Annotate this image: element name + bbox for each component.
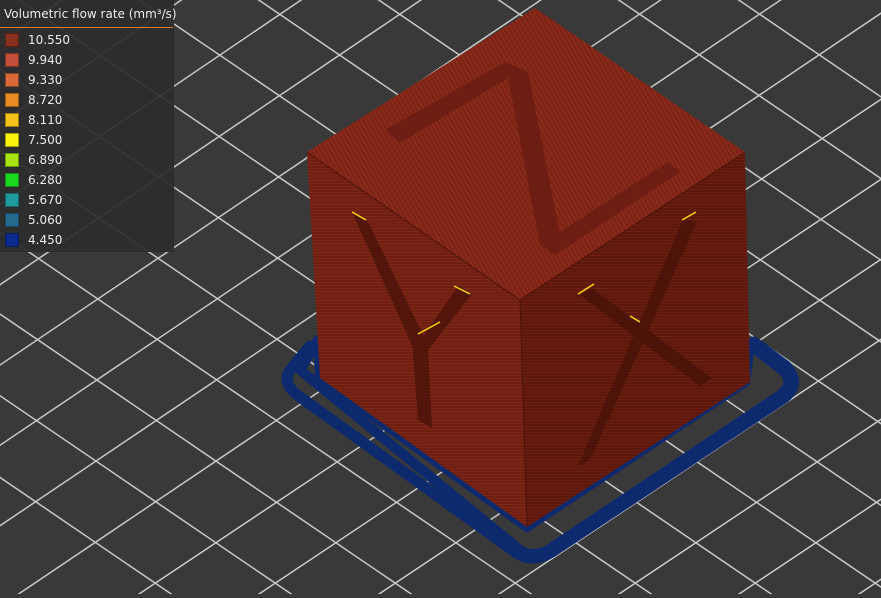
legend-swatch	[5, 113, 19, 127]
legend-swatch	[5, 133, 19, 147]
legend-item: 6.890	[0, 150, 173, 170]
legend-value: 9.330	[28, 73, 63, 87]
legend-value: 10.550	[28, 33, 70, 47]
legend-value: 9.940	[28, 53, 63, 67]
legend-swatch	[5, 213, 19, 227]
legend-value: 8.110	[28, 113, 63, 127]
legend-title: Volumetric flow rate (mm³/s)	[0, 0, 177, 28]
legend-item: 7.500	[0, 130, 173, 150]
legend-item: 6.280	[0, 170, 173, 190]
legend-swatch	[5, 73, 19, 87]
legend-value: 4.450	[28, 233, 63, 247]
legend-swatch	[5, 153, 19, 167]
legend-value: 8.720	[28, 93, 63, 107]
legend-swatch	[5, 173, 19, 187]
legend-item: 10.550	[0, 30, 173, 50]
legend-value: 7.500	[28, 133, 63, 147]
legend-swatch	[5, 53, 19, 67]
legend-item: 4.450	[0, 230, 173, 250]
legend-item: 9.330	[0, 70, 173, 90]
legend-swatch	[5, 193, 19, 207]
legend-value: 6.890	[28, 153, 63, 167]
color-legend-panel: Volumetric flow rate (mm³/s) 10.550 9.94…	[0, 0, 177, 252]
legend-list: 10.550 9.940 9.330 8.720 8.110 7.500 6.8…	[0, 28, 173, 250]
legend-item: 8.110	[0, 110, 173, 130]
legend-item: 8.720	[0, 90, 173, 110]
legend-swatch	[5, 93, 19, 107]
legend-item: 5.670	[0, 190, 173, 210]
legend-value: 5.670	[28, 193, 63, 207]
legend-swatch	[5, 233, 19, 247]
legend-item: 9.940	[0, 50, 173, 70]
legend-value: 5.060	[28, 213, 63, 227]
legend-swatch	[5, 33, 19, 47]
legend-item: 5.060	[0, 210, 173, 230]
legend-value: 6.280	[28, 173, 63, 187]
